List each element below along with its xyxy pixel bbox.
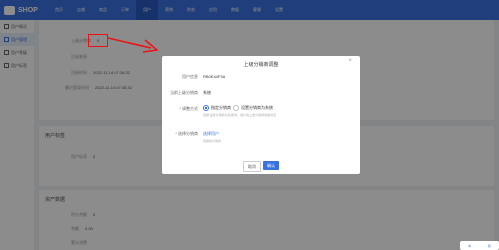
adjust-method-label: * 调整方式: [179, 106, 198, 111]
confirm-button[interactable]: 确认: [263, 161, 279, 170]
current-distributor-value: 系统: [203, 90, 211, 95]
radio-unchecked-icon: [233, 105, 239, 111]
annotation-arrow: [107, 37, 159, 53]
dialog-title: 上级分销商调整: [243, 62, 279, 68]
radio-checked-icon: [203, 105, 209, 111]
user-info-label: 用户信息: [182, 74, 198, 79]
close-icon[interactable]: ×: [348, 58, 352, 64]
chinese-icon: 中: [468, 243, 472, 248]
method-hint: 选择'设置分销商为系统'时，用户的上级分销商将被清空: [203, 113, 277, 117]
simplified-icon: 简: [487, 243, 491, 248]
select-hint: 选择的分销商: [203, 139, 222, 143]
select-user-link[interactable]: 选择用户: [203, 131, 219, 137]
option-set-system[interactable]: 设置分销商为系统: [233, 105, 273, 111]
language-toolbar[interactable]: 中 简: [460, 241, 499, 250]
distributor-adjust-dialog: 上级分销商调整 × 用户信息 RB0E44F3A 当前上级分销商 系统 * 调整…: [162, 56, 360, 174]
select-distributor-label: * 选择分销商: [175, 131, 198, 136]
highlight-box: [88, 34, 108, 47]
option-specify-distributor[interactable]: 指定分销商: [203, 105, 231, 111]
user-info-value: RB0E44F3A: [203, 74, 226, 79]
cancel-button[interactable]: 取消: [243, 161, 261, 172]
current-distributor-label: 当前上级分销商: [170, 90, 198, 95]
